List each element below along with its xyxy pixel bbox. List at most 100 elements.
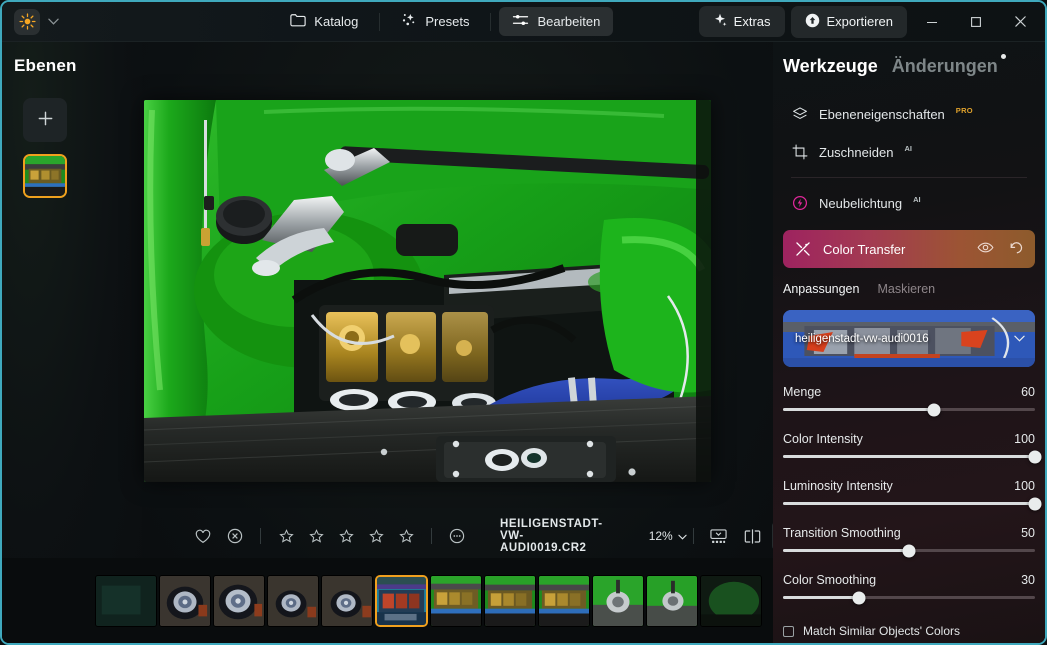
slider-luminosity-intensity-handle[interactable] [1028,497,1042,510]
chevron-down-icon[interactable] [1014,334,1025,344]
tab-aenderungen[interactable]: Änderungen [891,54,1006,77]
filmstrip-item[interactable] [95,574,157,627]
sparkle-icon [401,12,417,31]
filmstrip-item[interactable] [430,574,482,627]
slider-color-intensity-handle[interactable] [1028,450,1042,463]
titlebar-right: Extras Exportieren [698,5,1045,38]
star-outline-icon[interactable] [303,523,329,549]
main-nav: Katalog Presets Bearbeiten [192,6,699,37]
more-circle-icon[interactable] [444,523,470,549]
slider-transition-smoothing-handle[interactable] [902,544,916,557]
minimize-icon[interactable] [913,7,951,37]
filmstrip-thumb [96,575,156,626]
slider-color-smoothing-value: 30 [1021,573,1035,587]
filmstrip-item-current[interactable] [375,574,428,627]
color-transfer-sliders: Menge 60 Color Intensity 100 Luminosity … [773,367,1045,604]
filmstrip-thumb [485,575,535,626]
main-photo[interactable] [144,100,711,482]
nav-presets-label: Presets [425,14,470,29]
tab-maskieren[interactable]: Maskieren [877,282,935,296]
filmstrip-thumb [539,575,589,626]
filmstrip-item[interactable] [159,574,211,627]
slider-color-intensity-track[interactable] [783,450,1042,463]
tab-werkzeuge[interactable]: Werkzeuge [783,56,878,77]
slider-color-smoothing-track[interactable] [783,591,1035,604]
close-icon[interactable] [1001,7,1039,37]
star-outline-icon[interactable] [363,523,389,549]
filmstrip-thumb [268,575,318,626]
slider-color-intensity-label: Color Intensity [783,432,863,446]
slider-color-smoothing-handle[interactable] [852,591,866,604]
nav-presets[interactable]: Presets [388,6,482,37]
tool-relight-label: Neubelichtung [819,195,903,211]
filmstrip-item[interactable] [538,574,590,627]
slider-menge-handle[interactable] [927,403,941,416]
filmstrip-item[interactable] [484,574,536,627]
slider-color-smoothing-fill [783,596,859,599]
undo-icon[interactable] [1008,241,1023,258]
filmstrip-thumb [214,575,264,626]
slider-menge-track[interactable] [783,403,1035,416]
add-layer-button[interactable] [23,98,67,142]
preset-name: heiligenstadt-vw-audi0016 [795,332,929,345]
compare-split-icon[interactable] [738,522,768,550]
chevron-down-icon [678,529,687,543]
checkbox-icon[interactable] [783,625,794,637]
filmstrip-thumb [647,575,697,626]
chevron-down-icon[interactable] [44,13,62,31]
changes-indicator-dot [1000,54,1006,59]
reject-circle-icon[interactable] [222,523,248,549]
zoom-selector[interactable]: 12% [649,529,687,543]
match-similar-objects-checkbox-row[interactable]: Match Similar Objects' Colors [773,620,1045,638]
filmstrip-item[interactable] [700,574,762,627]
slider-transition-smoothing-label: Transition Smoothing [783,526,901,540]
filmstrip-icon[interactable] [704,522,734,550]
star-rating[interactable] [273,523,419,549]
eye-icon[interactable] [977,241,994,257]
tool-crop[interactable]: Zuschneiden AI [783,133,1035,171]
heart-icon[interactable] [190,523,216,549]
nav-bearbeiten[interactable]: Bearbeiten [499,7,614,36]
nav-bearbeiten-label: Bearbeiten [537,14,601,29]
plus-icon [36,108,55,133]
extras-button[interactable]: Extras [698,6,785,37]
sun-icon[interactable] [14,8,40,35]
filmstrip-item[interactable] [646,574,698,627]
export-button[interactable]: Exportieren [790,5,907,38]
tool-color-transfer-title: Color Transfer [823,241,906,257]
filmstrip-item[interactable] [592,574,644,627]
tool-relight[interactable]: Neubelichtung AI [783,184,1035,222]
slider-luminosity-intensity-track[interactable] [783,497,1042,510]
tab-aenderungen-label: Änderungen [891,56,998,76]
tool-crop-label: Zuschneiden [819,144,894,160]
filmstrip-item[interactable] [213,574,265,627]
tool-color-transfer-header[interactable]: Color Transfer [783,230,1035,268]
star-outline-icon[interactable] [273,523,299,549]
filmstrip-thumb [377,576,426,625]
preset-reference-image[interactable]: heiligenstadt-vw-audi0016 [783,310,1035,367]
star-outline-icon[interactable] [393,523,419,549]
maximize-icon[interactable] [957,7,995,37]
filmstrip-item[interactable] [267,574,319,627]
tab-anpassungen[interactable]: Anpassungen [783,282,859,296]
tool-layer-properties[interactable]: Ebeneneigenschaften PRO [783,95,1035,133]
slider-menge-fill [783,408,935,411]
slider-color-intensity: Color Intensity 100 [783,432,1042,463]
match-similar-objects-label: Match Similar Objects' Colors [803,624,960,638]
layers-panel: Ebenen [2,42,142,643]
star-outline-icon[interactable] [333,523,359,549]
layer-item-1[interactable] [23,154,67,198]
slider-color-smoothing: Color Smoothing 30 [783,573,1035,604]
filmstrip-thumb [160,575,210,626]
filmstrip-thumb [431,575,481,626]
layer-thumbnail-image [25,156,65,196]
slider-luminosity-intensity-value: 100 [1014,479,1035,493]
filmstrip-item[interactable] [321,574,373,627]
toolbar-divider-1 [260,528,261,544]
title-bar: Katalog Presets Bearbeiten Extras Export… [2,2,1045,42]
sparkle-icon-extras [713,13,727,30]
nav-katalog[interactable]: Katalog [277,7,371,36]
nav-katalog-label: Katalog [314,14,359,29]
slider-transition-smoothing-track[interactable] [783,544,1035,557]
upload-circle-icon [805,13,820,31]
